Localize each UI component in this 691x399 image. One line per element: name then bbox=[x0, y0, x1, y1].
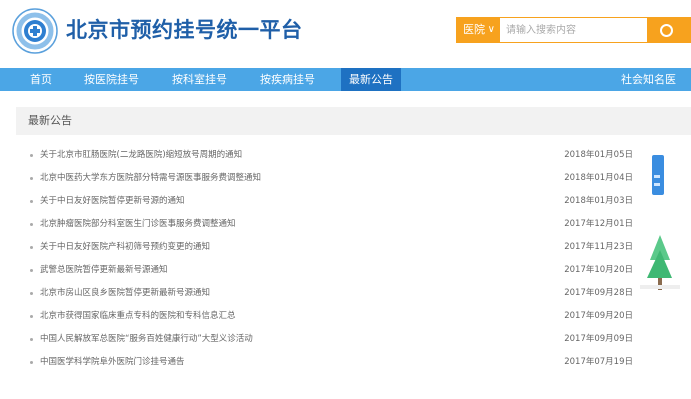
notice-date: 2018年01月05日 bbox=[564, 150, 633, 160]
notice-row[interactable]: 中国医学科学院阜外医院门诊挂号通告 2017年07月19日 bbox=[30, 355, 640, 370]
nav-famous-doctors[interactable]: 社会知名医 bbox=[621, 68, 676, 91]
notice-row[interactable]: 中国人民解放军总医院“服务百姓健康行动”大型义诊活动 2017年09月09日 bbox=[30, 332, 640, 347]
notice-row[interactable]: 关于中日友好医院产科初筛号预约变更的通知 2017年11月23日 bbox=[30, 240, 640, 255]
search-bar: 医院 ∨ bbox=[456, 17, 691, 43]
notice-date: 2017年09月28日 bbox=[564, 288, 633, 298]
notice-date: 2017年10月20日 bbox=[564, 265, 633, 275]
notice-date: 2017年09月09日 bbox=[564, 334, 633, 344]
search-category-value: 医院 bbox=[463, 23, 485, 36]
notice-title[interactable]: 关于中日友好医院暂停更新号源的通知 bbox=[40, 194, 185, 209]
bullet-icon bbox=[30, 223, 33, 226]
search-input[interactable] bbox=[500, 17, 648, 43]
notice-row[interactable]: 北京中医药大学东方医院部分特需号源医事服务费调整通知 2018年01月04日 bbox=[30, 171, 640, 186]
bullet-icon bbox=[30, 154, 33, 157]
search-button[interactable] bbox=[648, 17, 691, 43]
bullet-icon bbox=[30, 315, 33, 318]
notice-row[interactable]: 北京肿瘤医院部分科室医生门诊医事服务费调整通知 2017年12月01日 bbox=[30, 217, 640, 232]
notice-row[interactable]: 武警总医院暂停更新最新号源通知 2017年10月20日 bbox=[30, 263, 640, 278]
nav-home[interactable]: 首页 bbox=[30, 68, 52, 91]
notice-title[interactable]: 中国人民解放军总医院“服务百姓健康行动”大型义诊活动 bbox=[40, 332, 253, 347]
notice-title[interactable]: 武警总医院暂停更新最新号源通知 bbox=[40, 263, 168, 278]
bullet-icon bbox=[30, 269, 33, 272]
nav-by-disease[interactable]: 按疾病挂号 bbox=[260, 68, 315, 91]
notice-row[interactable]: 关于中日友好医院暂停更新号源的通知 2018年01月03日 bbox=[30, 194, 640, 209]
site-title[interactable]: 北京市预约挂号统一平台 bbox=[66, 14, 303, 44]
bullet-icon bbox=[30, 246, 33, 249]
search-icon bbox=[660, 24, 673, 37]
notice-title[interactable]: 关于北京市肛肠医院(二龙路医院)缩短放号周期的通知 bbox=[40, 148, 242, 163]
bullet-icon bbox=[30, 361, 33, 364]
notice-row[interactable]: 北京市获得国家临床重点专科的医院和专科信息汇总 2017年09月20日 bbox=[30, 309, 640, 324]
notices-panel-header: 最新公告 bbox=[16, 107, 691, 135]
panel-title: 最新公告 bbox=[28, 114, 72, 127]
notice-title[interactable]: 北京中医药大学东方医院部分特需号源医事服务费调整通知 bbox=[40, 171, 261, 186]
site-logo[interactable] bbox=[12, 8, 58, 54]
floating-side-widget[interactable] bbox=[652, 155, 664, 195]
main-nav: 首页 按医院挂号 按科室挂号 按疾病挂号 最新公告 社会知名医 bbox=[0, 68, 691, 91]
notice-date: 2017年11月23日 bbox=[564, 242, 633, 252]
bullet-icon bbox=[30, 177, 33, 180]
bullet-icon bbox=[30, 292, 33, 295]
bullet-icon bbox=[30, 200, 33, 203]
notice-row[interactable]: 关于北京市肛肠医院(二龙路医院)缩短放号周期的通知 2018年01月05日 bbox=[30, 148, 640, 163]
notice-date: 2017年07月19日 bbox=[564, 357, 633, 367]
notice-title[interactable]: 北京市房山区良乡医院暂停更新最新号源通知 bbox=[40, 286, 210, 301]
nav-latest-notices[interactable]: 最新公告 bbox=[341, 68, 401, 91]
bullet-icon bbox=[30, 338, 33, 341]
site-header: 北京市预约挂号统一平台 医院 ∨ bbox=[0, 0, 691, 62]
widget-line-icon bbox=[654, 175, 660, 178]
notice-title[interactable]: 关于中日友好医院产科初筛号预约变更的通知 bbox=[40, 240, 210, 255]
hospital-cross-logo-icon bbox=[12, 8, 58, 54]
nav-by-hospital[interactable]: 按医院挂号 bbox=[84, 68, 139, 91]
chevron-down-icon: ∨ bbox=[487, 24, 495, 35]
nav-by-department[interactable]: 按科室挂号 bbox=[172, 68, 227, 91]
notice-date: 2018年01月03日 bbox=[564, 196, 633, 206]
tree-decoration-icon bbox=[642, 230, 672, 300]
notice-date: 2018年01月04日 bbox=[564, 173, 633, 183]
notice-title[interactable]: 北京市获得国家临床重点专科的医院和专科信息汇总 bbox=[40, 309, 236, 324]
widget-line-icon bbox=[654, 183, 660, 186]
notice-row[interactable]: 北京市房山区良乡医院暂停更新最新号源通知 2017年09月28日 bbox=[30, 286, 640, 301]
notice-date: 2017年09月20日 bbox=[564, 311, 633, 321]
search-category-select[interactable]: 医院 ∨ bbox=[456, 17, 500, 43]
notice-date: 2017年12月01日 bbox=[564, 219, 633, 229]
decoration-shadow bbox=[640, 285, 680, 289]
notice-title[interactable]: 北京肿瘤医院部分科室医生门诊医事服务费调整通知 bbox=[40, 217, 236, 232]
notice-title[interactable]: 中国医学科学院阜外医院门诊挂号通告 bbox=[40, 355, 185, 370]
